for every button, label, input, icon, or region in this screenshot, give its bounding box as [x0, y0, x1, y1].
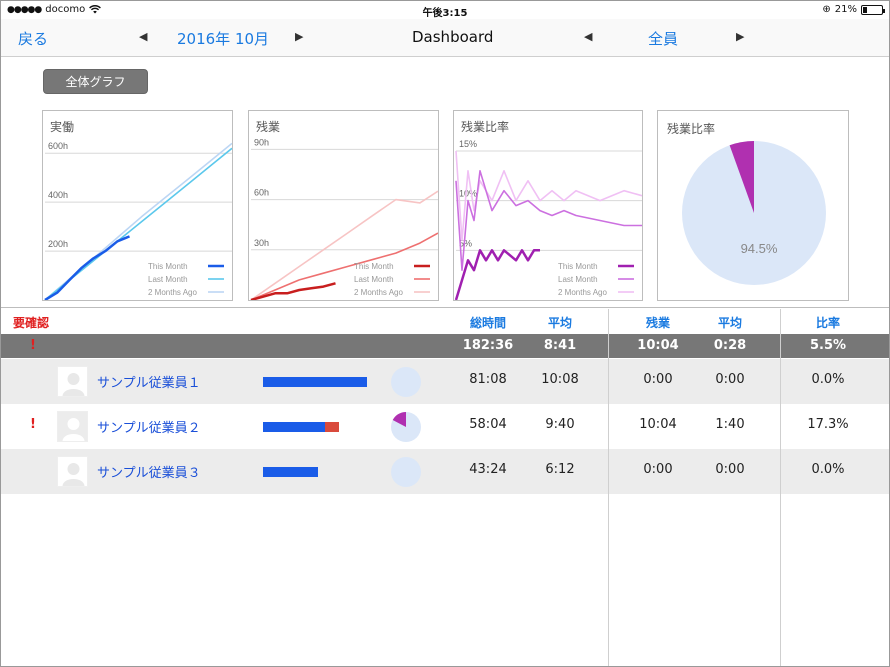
series-line-2: [455, 150, 642, 242]
overtime-ratio-mini-pie: [391, 457, 421, 487]
overtime-bar: [325, 422, 339, 432]
avatar: [57, 366, 88, 397]
actual-hours-plot: 200h 400h 600h This Month Last Month 2 Months…: [44, 141, 232, 300]
overtime-ratio-plot: 5%10%15%This MonthLast Month2 Months Ago: [454, 139, 642, 300]
page-title: Dashboard: [412, 28, 494, 46]
row-overtime: 0:00: [643, 462, 673, 477]
actual-hours-chart[interactable]: 実働 200h 400h 600h This Month Last Month 2 Mon…: [42, 110, 233, 301]
overtime-average-header[interactable]: 平均: [701, 314, 759, 331]
app-frame: ●●●●● docomo 午後3:15 ⊕ 21% 戻る ◀ 2016年 10月…: [0, 0, 890, 667]
employee-name-link[interactable]: サンプル従業員３: [97, 462, 201, 481]
status-bar: ●●●●● docomo 午後3:15 ⊕ 21%: [1, 1, 889, 19]
prev-month-icon[interactable]: ◀: [139, 30, 147, 43]
legend-label: Last Month: [558, 275, 598, 284]
next-filter-icon[interactable]: ▶: [736, 30, 744, 43]
legend-label: This Month: [558, 262, 598, 271]
row-ratio: 17.3%: [807, 417, 849, 432]
y-tick-label: 600h: [48, 141, 68, 151]
row-overtime: 10:04: [639, 417, 677, 432]
row-overtime-average: 0:00: [715, 462, 745, 477]
y-tick-label: 400h: [48, 190, 68, 200]
summary-average: 8:41: [543, 338, 577, 353]
alert-icon: !: [30, 338, 36, 353]
column-divider: [780, 309, 781, 666]
overtime-ratio-mini-pie: [391, 412, 421, 442]
y-tick-label: 60h: [254, 188, 269, 198]
series-line-0: [454, 249, 540, 300]
y-tick-label: 30h: [254, 238, 269, 248]
row-ratio: 0.0%: [811, 372, 845, 387]
nav-bar: 戻る ◀ 2016年 10月 ▶ Dashboard ◀ 全員 ▶: [1, 19, 889, 57]
avatar: [57, 456, 88, 487]
next-month-icon[interactable]: ▶: [295, 30, 303, 43]
orientation-lock-icon: ⊕: [822, 4, 831, 15]
overtime-ratio-chart[interactable]: 残業比率 5% 10% 15% This Month Last Month 2 Month…: [453, 110, 643, 301]
row-total: 81:08: [469, 372, 507, 387]
y-tick-label: 15%: [459, 139, 477, 149]
overtime-header[interactable]: 残業: [629, 314, 687, 331]
row-average: 9:40: [545, 417, 575, 432]
series-line-1: [250, 232, 438, 300]
average-header[interactable]: 平均: [531, 314, 589, 331]
status-time: 午後3:15: [422, 8, 468, 19]
ratio-header[interactable]: 比率: [799, 314, 857, 331]
series-line-2: [250, 190, 438, 300]
employee-name-link[interactable]: サンプル従業員１: [97, 372, 201, 391]
month-selector[interactable]: 2016年 10月: [177, 28, 269, 49]
summary-ratio: 5.5%: [809, 338, 847, 353]
all-graph-button[interactable]: 全体グラフ: [43, 69, 148, 94]
legend-label: This Month: [148, 262, 188, 271]
overtime-plot: 30h 60h 90h This Month Last Month 2 Months Ag…: [250, 137, 438, 300]
legend-label: Last Month: [354, 275, 394, 284]
needs-confirmation-header: 要確認: [13, 316, 50, 330]
total-hours-header[interactable]: 総時間: [459, 314, 517, 331]
ratio-pie-plot: 94.5%: [682, 141, 826, 285]
work-hours-bar: [263, 422, 326, 432]
row-overtime: 0:00: [643, 372, 673, 387]
legend-label: This Month: [354, 262, 394, 271]
employee-filter[interactable]: 全員: [648, 28, 678, 49]
table-row[interactable]: サンプル従業員３ 43:24 6:12 0:00 0:00 0.0%: [1, 449, 889, 494]
row-total: 43:24: [469, 462, 507, 477]
work-hours-bar: [263, 377, 367, 387]
summary-overtime: 10:04: [637, 338, 679, 353]
summary-row: ! 182:36 8:41 10:04 0:28 5.5%: [1, 334, 889, 358]
y-tick-label: 200h: [48, 239, 68, 249]
mini-pie-base: [391, 457, 421, 487]
table-row[interactable]: サンプル従業員１ 81:08 10:08 0:00 0:00 0.0%: [1, 359, 889, 404]
section-divider: [1, 307, 889, 308]
y-tick-label: 10%: [459, 189, 477, 199]
pie-percent-label: 94.5%: [741, 241, 778, 256]
ratio-pie-chart[interactable]: 残業比率 94.5%: [657, 110, 849, 301]
alert-flag: !: [30, 417, 36, 432]
avatar: [57, 411, 88, 442]
legend-label: 2 Months Ago: [558, 288, 607, 297]
employee-name-link[interactable]: サンプル従業員２: [97, 417, 201, 436]
prev-filter-icon[interactable]: ◀: [584, 30, 592, 43]
battery-percent: 21%: [834, 4, 857, 15]
work-hours-bar: [263, 467, 319, 477]
mini-pie-base: [391, 367, 421, 397]
legend-label: 2 Months Ago: [148, 288, 197, 297]
row-average: 10:08: [541, 372, 579, 387]
back-button[interactable]: 戻る: [18, 28, 48, 49]
row-overtime-average: 1:40: [715, 417, 745, 432]
summary-overtime-average: 0:28: [713, 338, 747, 353]
battery-icon: [861, 4, 885, 15]
y-tick-label: 90h: [254, 137, 269, 147]
row-average: 6:12: [545, 462, 575, 477]
row-total: 58:04: [469, 417, 507, 432]
summary-total: 182:36: [462, 338, 514, 353]
overtime-chart[interactable]: 残業 30h 60h 90h This Month Last Month 2 Months…: [248, 110, 439, 301]
column-divider: [608, 309, 609, 666]
overtime-ratio-mini-pie: [391, 367, 421, 397]
legend-label: 2 Months Ago: [354, 288, 403, 297]
legend-label: Last Month: [148, 275, 188, 284]
row-overtime-average: 0:00: [715, 372, 745, 387]
row-ratio: 0.0%: [811, 462, 845, 477]
table-row[interactable]: ! サンプル従業員２ 58:04 9:40 10:04 1:40 17.3%: [1, 404, 889, 449]
